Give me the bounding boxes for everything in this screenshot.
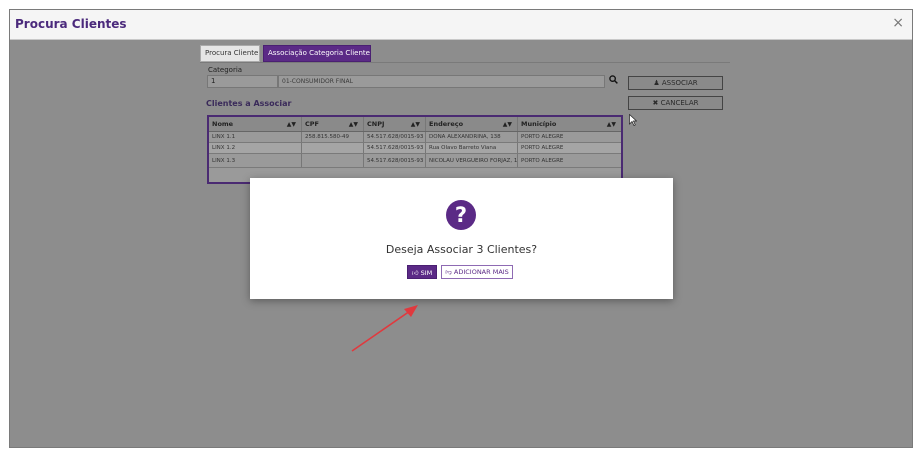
sim-label: SIM xyxy=(420,269,433,277)
associar-button[interactable]: ♟ ASSOCIAR xyxy=(628,76,723,90)
table-row[interactable]: LINX 1.3 54.517.628/0015-93 NICOLAU VERG… xyxy=(209,154,621,168)
column-header-nome[interactable]: Nome ▲▼ xyxy=(209,117,302,131)
cell-municipio: PORTO ALEGRE xyxy=(521,134,564,140)
column-label: Endereço xyxy=(429,120,464,128)
sort-icon[interactable]: ▲▼ xyxy=(349,117,358,131)
table-row[interactable]: LINX 1.1 258.815.580-49 54.517.628/0015-… xyxy=(209,132,621,143)
annotation-arrow xyxy=(351,305,418,352)
cell-cpf xyxy=(302,154,364,167)
column-label: Município xyxy=(521,120,557,128)
cell-nome: LINX 1.3 xyxy=(209,154,302,167)
cell-municipio: PORTO ALEGRE xyxy=(521,145,564,151)
cell-cpf xyxy=(302,143,364,153)
column-label: CNPJ xyxy=(367,120,385,128)
search-icon[interactable] xyxy=(606,75,620,88)
categoria-label: Categoria xyxy=(208,66,243,74)
sort-icon[interactable]: ▲▼ xyxy=(411,117,420,131)
sort-icon[interactable]: ▲▼ xyxy=(287,117,296,131)
adicionar-mais-label: ADICIONAR MAIS xyxy=(453,268,509,276)
close-icon: ✖ xyxy=(652,99,659,107)
cell-endereco: DONA ALEXANDRINA, 138 xyxy=(426,132,518,142)
cell-cpf: 258.815.580-49 xyxy=(302,132,364,142)
cell-endereco: Rua Olavo Barreto Viana xyxy=(426,143,518,153)
table-header: Nome ▲▼ CPF ▲▼ CNPJ ▲▼ Endereço ▲▼ Município… xyxy=(209,117,621,132)
sort-icon[interactable]: ▲▼ xyxy=(607,117,616,131)
window-content: Procura Cliente Associação Categoria Cli… xyxy=(10,41,912,447)
associar-label: ASSOCIAR xyxy=(661,79,698,87)
cell-municipio: PORTO ALEGRE xyxy=(521,158,564,164)
column-label: Nome xyxy=(212,120,234,128)
table-row[interactable]: LINX 1.2 54.517.628/0015-93 Rua Olavo Ba… xyxy=(209,143,621,154)
sim-button[interactable]: 👍︎ SIM xyxy=(407,265,437,279)
confirm-dialog: ? Deseja Associar 3 Clientes? 👍︎ SIM 👎︎ … xyxy=(250,178,673,299)
dialog-message: Deseja Associar 3 Clientes? xyxy=(385,243,538,256)
close-icon[interactable]: × xyxy=(892,15,904,31)
clients-section-title: Clientes a Associar xyxy=(206,99,292,108)
clients-table: Nome ▲▼ CPF ▲▼ CNPJ ▲▼ Endereço ▲▼ Município… xyxy=(207,115,623,184)
column-header-cnpj[interactable]: CNPJ ▲▼ xyxy=(364,117,426,131)
window-title: Procura Clientes xyxy=(15,17,127,31)
cell-cnpj: 54.517.628/0015-93 xyxy=(364,143,426,153)
categoria-code-field[interactable]: 1 xyxy=(207,75,278,88)
thumbs-up-icon: 👍︎ xyxy=(411,269,419,277)
tab-procura-cliente[interactable]: Procura Cliente xyxy=(200,45,260,62)
window-titlebar: Procura Clientes × xyxy=(10,10,912,40)
column-label: CPF xyxy=(305,120,319,128)
cell-cnpj: 54.517.628/0015-93 xyxy=(364,154,426,167)
categoria-description-field: 01-CONSUMIDOR FINAL xyxy=(278,75,605,88)
mouse-cursor-icon xyxy=(629,114,637,126)
thumbs-down-icon: 👎︎ xyxy=(445,268,452,276)
column-header-endereco[interactable]: Endereço ▲▼ xyxy=(426,117,518,131)
procura-clientes-window: Procura Clientes × Procura Cliente Assoc… xyxy=(9,9,913,448)
cell-nome: LINX 1.2 xyxy=(209,143,302,153)
cancelar-label: CANCELAR xyxy=(660,99,699,107)
tab-associacao-categoria-cliente[interactable]: Associação Categoria Cliente xyxy=(263,45,371,62)
adicionar-mais-button[interactable]: 👎︎ ADICIONAR MAIS xyxy=(441,265,513,279)
question-circle-icon: ? xyxy=(446,200,476,230)
sort-icon[interactable]: ▲▼ xyxy=(503,117,512,131)
cell-endereco: NICOLAU VERGUEIRO FORJAZ, 1065 xyxy=(426,154,518,167)
user-plus-icon: ♟ xyxy=(653,79,660,87)
column-header-municipio[interactable]: Município ▲▼ xyxy=(518,117,621,131)
tab-divider xyxy=(200,62,730,63)
cell-nome: LINX 1.1 xyxy=(209,132,302,142)
cell-cnpj: 54.517.628/0015-93 xyxy=(364,132,426,142)
column-header-cpf[interactable]: CPF ▲▼ xyxy=(302,117,364,131)
cancelar-button[interactable]: ✖ CANCELAR xyxy=(628,96,723,110)
